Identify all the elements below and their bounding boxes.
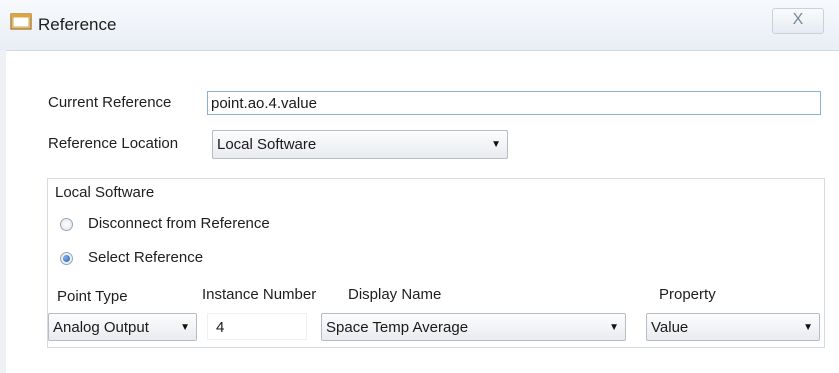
disconnect-radio[interactable] — [60, 218, 73, 231]
chevron-down-icon: ▼ — [803, 322, 813, 333]
local-software-group-title: Local Software — [55, 184, 155, 201]
disconnect-radio-label: Disconnect from Reference — [88, 215, 270, 232]
select-reference-radio-label: Select Reference — [88, 249, 204, 266]
chevron-down-icon: ▼ — [491, 139, 501, 150]
chevron-down-icon: ▼ — [609, 322, 619, 333]
title-bar: Reference X — [0, 0, 839, 51]
reference-location-label: Reference Location — [48, 135, 179, 152]
point-type-dropdown[interactable]: Analog Output ▼ — [48, 313, 197, 341]
instance-number-input[interactable]: 4 — [207, 313, 307, 340]
point-type-label: Point Type — [57, 288, 128, 305]
current-reference-input[interactable]: point.ao.4.value — [207, 91, 821, 115]
property-dropdown[interactable]: Value ▼ — [646, 313, 820, 341]
property-value: Value — [651, 319, 689, 336]
display-name-value: Space Temp Average — [326, 319, 469, 336]
close-button[interactable]: X — [772, 8, 824, 34]
property-label: Property — [659, 286, 716, 303]
instance-number-label: Instance Number — [202, 286, 317, 303]
point-type-value: Analog Output — [53, 319, 149, 336]
window-icon — [10, 13, 32, 30]
reference-location-value: Local Software — [217, 136, 317, 153]
display-name-dropdown[interactable]: Space Temp Average ▼ — [321, 313, 626, 341]
display-name-label: Display Name — [348, 286, 442, 303]
close-icon: X — [792, 11, 804, 28]
current-reference-label: Current Reference — [48, 94, 172, 111]
window-left-edge — [0, 50, 6, 373]
select-reference-radio[interactable] — [60, 252, 73, 265]
chevron-down-icon: ▼ — [180, 322, 190, 333]
reference-location-dropdown[interactable]: Local Software ▼ — [212, 130, 508, 159]
window-title: Reference — [38, 15, 117, 34]
